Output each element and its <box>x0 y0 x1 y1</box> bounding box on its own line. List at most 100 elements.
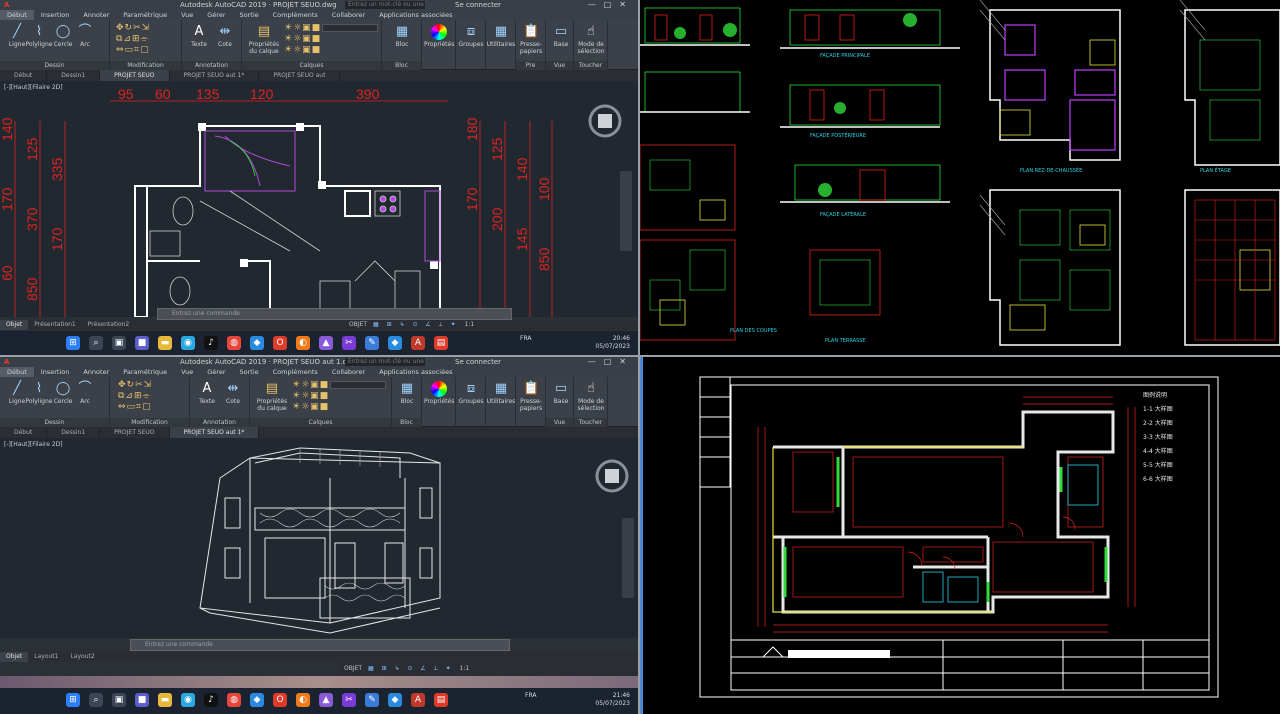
edge-icon[interactable]: ◉ <box>181 336 195 350</box>
layer-state-icons[interactable]: ☀☼▣■ ☀☼▣■ ☀☼▣■ <box>292 380 329 413</box>
viewcube[interactable] <box>585 101 625 141</box>
capcut-icon[interactable]: ✂ <box>342 693 356 707</box>
file-tab[interactable]: Dessin1 <box>47 70 101 81</box>
layer-dropdown[interactable] <box>322 24 378 32</box>
vscode-icon[interactable]: ◆ <box>250 336 264 350</box>
base-tool[interactable]: ▭ Base <box>546 24 576 48</box>
modify-icons[interactable]: ✥↻✂⇲ ⧉⊿⊞⌯ ⇔▭⌗▢ <box>118 380 152 413</box>
layout-tab[interactable]: Présentation1 <box>28 320 82 330</box>
groups-tool[interactable]: ⧈ Groupes <box>456 381 486 405</box>
ribbon-tab[interactable]: Applications associées <box>372 10 459 20</box>
opera-icon[interactable]: O <box>273 693 287 707</box>
viewport-label[interactable]: [-][Haut][Filaire 2D] <box>4 441 63 448</box>
layout-tab[interactable]: Layout1 <box>28 652 64 662</box>
layer-properties-button[interactable]: ▤ Propriétés du calque <box>246 24 282 55</box>
clock[interactable]: 20:46 05/07/2023 <box>590 335 630 351</box>
command-input[interactable]: Entrez une commande <box>130 639 510 651</box>
status-icons[interactable]: ▦ ⊞ ↳ ⊙ ∠ ⟂ ✦ <box>373 321 459 328</box>
utilities-tool[interactable]: ▦ Utilitaires <box>486 381 516 405</box>
ribbon-tab[interactable]: Annoter <box>76 367 116 377</box>
teams-icon[interactable]: ■ <box>135 336 149 350</box>
modify-icons[interactable]: ✥↻✂⇲ ⧉⊿⊞⌯ ⇔▭⌗▢ <box>116 23 150 56</box>
edge-icon[interactable]: ◉ <box>181 693 195 707</box>
ribbon-tab[interactable]: Collaborer <box>325 367 372 377</box>
ribbon-tab[interactable]: Début <box>0 10 34 20</box>
ribbon-tab[interactable]: Insertion <box>34 367 77 377</box>
file-tab[interactable]: PROJET SEUO aut 1* <box>169 427 260 438</box>
security-icon[interactable]: ◆ <box>388 693 402 707</box>
ribbon-tab[interactable]: Annoter <box>76 10 116 20</box>
windows-start-icon[interactable]: ⊞ <box>66 336 80 350</box>
pdf-icon[interactable]: ▤ <box>434 336 448 350</box>
status-icons[interactable]: ▦ ⊞ ↳ ⊙ ∠ ⟂ ✦ <box>368 665 454 672</box>
ribbon-tab[interactable]: Collaborer <box>325 10 372 20</box>
firefox-icon[interactable]: ◐ <box>296 336 310 350</box>
capcut-icon[interactable]: ✂ <box>342 336 356 350</box>
ribbon-tab[interactable]: Gérer <box>200 367 232 377</box>
layout-tab[interactable]: Présentation2 <box>82 320 136 330</box>
layout-tab[interactable]: Objet <box>0 652 29 662</box>
ribbon-tab[interactable]: Début <box>0 367 34 377</box>
chrome-icon[interactable]: ◍ <box>227 336 241 350</box>
windows-start-icon[interactable]: ⊞ <box>66 693 80 707</box>
ribbon-tab[interactable]: Insertion <box>34 10 77 20</box>
teams-icon[interactable]: ■ <box>135 693 149 707</box>
autocad-logo-icon[interactable]: A <box>4 357 9 367</box>
utilities-tool[interactable]: ▦ Utilitaires <box>486 24 516 48</box>
file-tab[interactable]: PROJET SEUO <box>100 70 170 81</box>
signin-button[interactable]: Se connecter <box>455 0 501 10</box>
layout-tab[interactable]: Layout2 <box>64 652 100 662</box>
block-tool[interactable]: ▦ Bloc <box>387 24 417 48</box>
properties-tool[interactable]: Propriétés <box>424 24 454 48</box>
opera-icon[interactable]: O <box>273 336 287 350</box>
paint-icon[interactable]: ✎ <box>365 336 379 350</box>
drawing-viewport-3d[interactable]: [-][Haut][Filaire 2D] <box>0 438 638 638</box>
arc-tool[interactable]: ⌒ Arc <box>70 24 100 48</box>
window-controls[interactable]: —□✕ <box>588 0 634 10</box>
file-tab[interactable]: PROJET SEUO aut 1* <box>170 70 260 81</box>
clipboard-tool[interactable]: 📋 Presse-papiers <box>516 24 546 55</box>
autocad-icon[interactable]: A <box>411 336 425 350</box>
lang-indicator[interactable]: FRA <box>520 335 531 343</box>
paint-icon[interactable]: ✎ <box>365 693 379 707</box>
dimension-tool[interactable]: ⇹ Cote <box>210 24 240 48</box>
command-input[interactable]: Entrez une commande <box>157 308 512 320</box>
file-tab[interactable]: Début <box>0 427 48 438</box>
file-explorer-icon[interactable]: ▬ <box>158 336 172 350</box>
viewport-label[interactable]: [-][Haut][Filaire 2D] <box>4 84 63 91</box>
lang-indicator[interactable]: FRA <box>525 692 536 700</box>
ribbon-tab[interactable]: Vue <box>174 10 200 20</box>
ribbon-tab[interactable]: Sortie <box>233 10 266 20</box>
signin-button[interactable]: Se connecter <box>455 357 501 367</box>
layer-dropdown[interactable] <box>330 381 386 389</box>
ribbon-tab[interactable]: Applications associées <box>372 367 459 377</box>
layer-properties-button[interactable]: ▤ Propriétés du calque <box>254 381 290 412</box>
ribbon-tab[interactable]: Compléments <box>266 10 325 20</box>
annotation-scale[interactable]: 1:1 <box>456 665 474 672</box>
layer-state-icons[interactable]: ☀☼▣■ ☀☼▣■ ☀☼▣■ <box>284 23 321 56</box>
ribbon-tab[interactable]: Sortie <box>233 367 266 377</box>
selection-mode-tool[interactable]: ☝ Mode de sélection <box>576 24 606 55</box>
ribbon-tab[interactable]: Gérer <box>200 10 232 20</box>
clipboard-tool[interactable]: 📋 Presse-papiers <box>516 381 546 412</box>
window-controls[interactable]: —□✕ <box>588 357 634 367</box>
search-input[interactable]: Entrez un mot-clé ou une phrase <box>345 358 425 373</box>
navigation-bar[interactable] <box>622 518 634 598</box>
file-tab[interactable]: PROJET SEUO aut <box>259 70 341 81</box>
firefox-icon[interactable]: ◐ <box>296 693 310 707</box>
groups-tool[interactable]: ⧈ Groupes <box>456 24 486 48</box>
layout-tab[interactable]: Objet <box>0 320 29 330</box>
base-tool[interactable]: ▭ Base <box>546 381 576 405</box>
ribbon-tab[interactable]: Paramétrique <box>116 10 174 20</box>
task-view-icon[interactable]: ▣ <box>112 336 126 350</box>
ribbon-tab[interactable]: Paramétrique <box>116 367 174 377</box>
tiktok-icon[interactable]: ♪ <box>204 693 218 707</box>
arc-tool[interactable]: ⌒ Arc <box>70 381 100 405</box>
viewcube[interactable] <box>592 456 632 496</box>
properties-tool[interactable]: Propriétés <box>424 381 454 405</box>
annotation-scale[interactable]: 1:1 <box>461 321 479 328</box>
file-explorer-icon[interactable]: ▬ <box>158 693 172 707</box>
dimension-tool[interactable]: ⇹ Cote <box>218 381 248 405</box>
model-space-toggle[interactable]: OBJET <box>340 665 366 672</box>
pdf-icon[interactable]: ▤ <box>434 693 448 707</box>
